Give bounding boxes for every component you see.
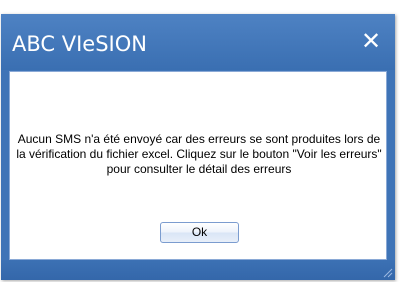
resize-grip-icon[interactable] <box>381 266 393 278</box>
dialog-content: Aucun SMS n'a été envoyé car des erreurs… <box>9 71 387 260</box>
dialog-titlebar[interactable]: ABC VIeSION ✕ <box>1 14 395 70</box>
message-dialog: ABC VIeSION ✕ Aucun SMS n'a été envoyé c… <box>1 14 395 280</box>
close-icon: ✕ <box>360 27 382 55</box>
close-button[interactable]: ✕ <box>360 28 382 54</box>
ok-button[interactable]: Ok <box>160 222 239 243</box>
error-message: Aucun SMS n'a été envoyé car des erreurs… <box>16 132 382 176</box>
dialog-title: ABC VIeSION <box>12 32 147 56</box>
dialog-footer-bar <box>1 260 395 280</box>
